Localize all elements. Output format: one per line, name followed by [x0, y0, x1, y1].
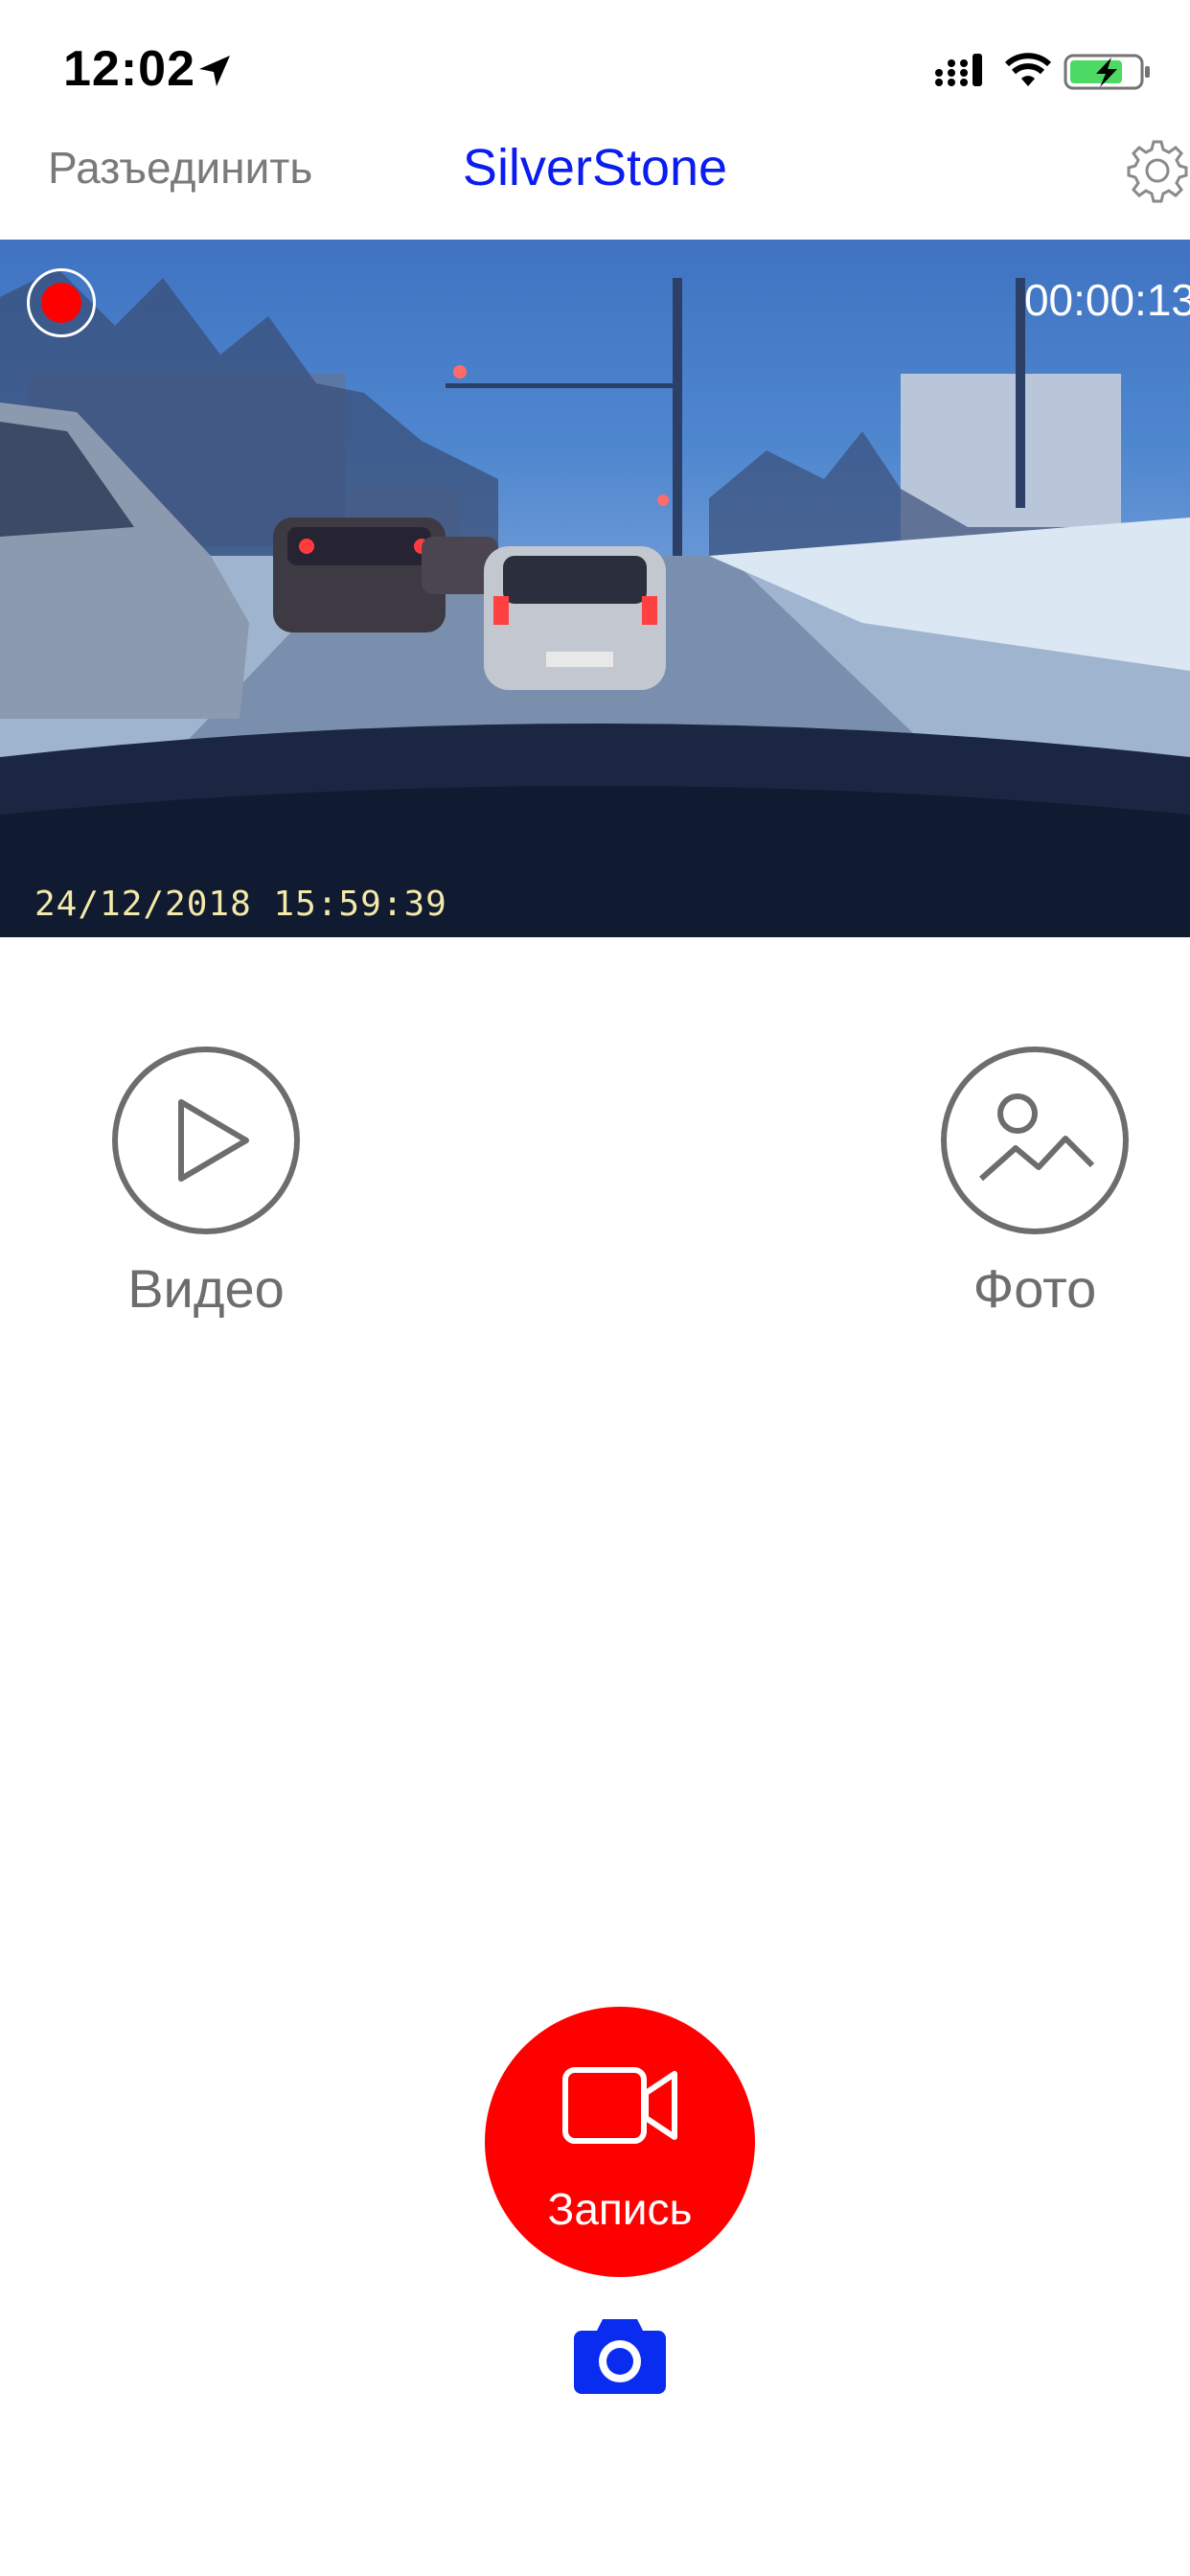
record-button[interactable]: Запись [485, 2007, 755, 2277]
photo-label: Фото [973, 1258, 1097, 1319]
camera-icon[interactable] [574, 2313, 666, 2394]
video-label: Видео [127, 1258, 285, 1319]
status-bar: 12:02 [0, 0, 1190, 134]
page-title: SilverStone [462, 139, 728, 196]
video-gallery-button[interactable]: Видео [86, 1045, 326, 1320]
location-arrow-icon [199, 56, 230, 86]
recording-timer: 00:00:13 [1023, 275, 1190, 325]
record-label: Запись [547, 2184, 693, 2234]
wifi-icon [1004, 53, 1052, 86]
battery-charging-icon [1064, 54, 1150, 90]
signal-icon [935, 54, 982, 86]
dashcam-scene [0, 268, 1190, 937]
gear-icon[interactable] [1123, 136, 1190, 205]
osd-timestamp: 24/12/2018 15:59:39 [34, 885, 447, 924]
status-time: 12:02 [63, 41, 195, 97]
live-video-feed[interactable]: 00:00:13 24/12/2018 15:59:39 [0, 240, 1190, 937]
recording-indicator [27, 268, 96, 337]
recording-dot [41, 283, 81, 323]
video-camera-icon [562, 2067, 677, 2144]
play-circle-icon [112, 1046, 300, 1234]
image-circle-icon [941, 1046, 1129, 1234]
photo-gallery-button[interactable]: Фото [915, 1045, 1155, 1320]
